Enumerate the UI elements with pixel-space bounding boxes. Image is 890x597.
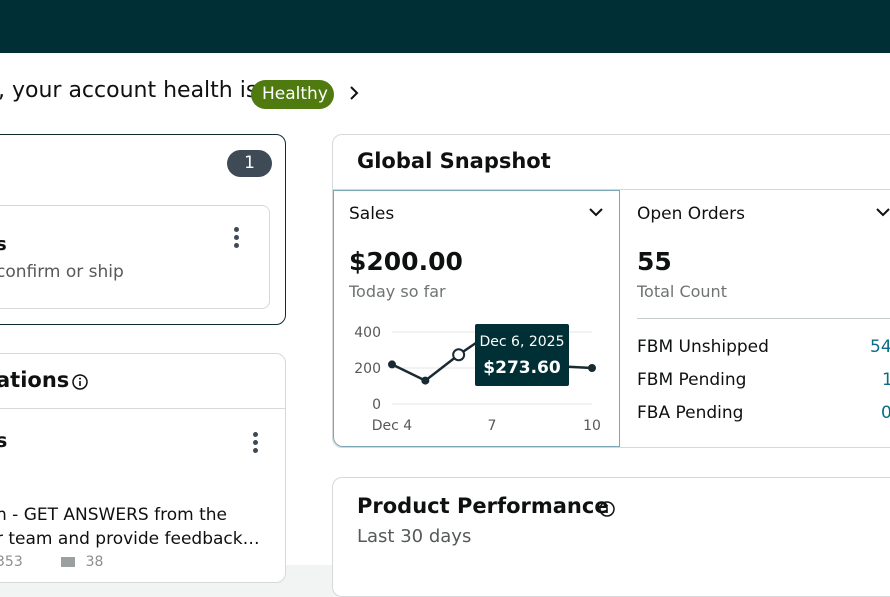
more-options-icon[interactable]	[253, 432, 259, 456]
sales-subtitle: Today so far	[349, 282, 446, 301]
info-icon[interactable]	[599, 501, 615, 517]
fba-pending-label: FBA Pending	[637, 403, 744, 423]
global-snapshot-title: Global Snapshot	[357, 149, 551, 173]
tooltip-date: Dec 6, 2025	[480, 334, 565, 350]
x-tick-label: Dec 4	[372, 418, 413, 434]
actions-count-badge: 1	[227, 150, 272, 177]
top-navigation-bar	[0, 0, 890, 53]
highlighted-data-point	[452, 348, 466, 362]
sales-value: $200.00	[349, 247, 463, 276]
y-tick-label: 400	[354, 325, 381, 341]
views-count: 353	[0, 554, 23, 570]
more-options-icon[interactable]	[234, 227, 240, 251]
product-performance-subtitle: Last 30 days	[357, 526, 472, 547]
recommendations-title: ations	[0, 368, 70, 392]
x-tick-label: 7	[488, 418, 497, 434]
open-orders-subtitle: Total Count	[637, 282, 727, 301]
data-point	[588, 364, 596, 372]
fbm-unshipped-value[interactable]: 54	[870, 337, 890, 357]
sales-label: Sales	[349, 204, 395, 224]
chevron-right-icon[interactable]	[347, 86, 361, 100]
fba-pending-value[interactable]: 0	[881, 403, 890, 423]
info-icon[interactable]	[72, 374, 88, 390]
recommendation-text-line: n - GET ANSWERS from the	[0, 505, 227, 525]
recommendation-item-text[interactable]: n - GET ANSWERS from the r team and prov…	[0, 503, 260, 551]
x-tick-label: 10	[583, 418, 601, 434]
comments-count: 38	[85, 554, 104, 570]
open-orders-label: Open Orders	[637, 204, 745, 224]
tooltip-value: $273.60	[483, 358, 561, 378]
y-tick-label: 0	[372, 397, 381, 413]
account-health-badge[interactable]: Healthy	[251, 80, 334, 109]
recommendation-meta: 353 38	[0, 554, 103, 570]
fbm-pending-label: FBM Pending	[637, 370, 747, 390]
fbm-unshipped-label: FBM Unshipped	[637, 337, 769, 357]
chevron-down-icon[interactable]	[876, 207, 890, 217]
recommendation-item-title: s	[0, 430, 8, 452]
open-orders-value: 55	[637, 247, 672, 276]
divider	[637, 318, 890, 319]
comment-icon	[61, 557, 76, 567]
account-health-text: , your account health is	[0, 78, 258, 103]
sales-line-chart: 400 200 0 Dec 4 7 10 Dec 6, 2025 $273.60	[354, 324, 601, 434]
y-tick-label: 200	[354, 361, 381, 377]
recommendation-text-line: r team and provide feedback…	[0, 529, 260, 549]
data-point	[421, 376, 430, 385]
chevron-down-icon[interactable]	[589, 207, 603, 217]
data-point	[388, 360, 396, 369]
action-item-subtitle: confirm or ship	[0, 262, 124, 282]
divider	[0, 408, 286, 409]
fbm-pending-value[interactable]: 1	[882, 370, 890, 390]
product-performance-title: Product Performance	[357, 494, 609, 518]
action-item[interactable]	[0, 205, 270, 309]
action-item-title: s	[0, 234, 7, 255]
